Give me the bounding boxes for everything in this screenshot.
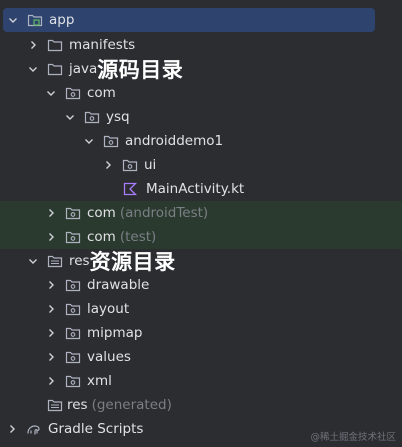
tree-node-label: xml <box>87 373 112 389</box>
chevron-right-icon[interactable] <box>45 303 57 315</box>
tree-node-label: res <box>69 253 90 269</box>
tree-node-label: com <box>87 205 116 221</box>
package-icon <box>122 157 138 173</box>
chevron-right-icon[interactable] <box>27 39 39 51</box>
tree-node-label: java <box>69 61 98 77</box>
chevron-down-icon[interactable] <box>64 111 76 123</box>
tree-node-com[interactable]: com <box>0 81 402 105</box>
watermark: @稀土掘金技术社区 <box>310 432 396 443</box>
chevron-right-icon[interactable] <box>45 231 57 243</box>
chevron-right-icon[interactable] <box>45 279 57 291</box>
chevron-right-icon[interactable] <box>102 159 114 171</box>
tree-node-drawable[interactable]: drawable <box>0 273 402 297</box>
tree-node-res[interactable]: res 资源目录 <box>0 249 402 274</box>
tree-node-ysq[interactable]: ysq <box>0 105 402 129</box>
package-icon <box>65 373 81 389</box>
tree-node-java[interactable]: java 源码目录 <box>0 57 402 82</box>
package-icon <box>65 277 81 293</box>
tree-node-suffix: (generated) <box>91 397 172 413</box>
tree-node-xml[interactable]: xml <box>0 369 402 393</box>
folder-icon <box>47 37 63 53</box>
tree-node-label: ui <box>144 157 157 173</box>
package-icon <box>84 109 100 125</box>
package-icon <box>65 301 81 317</box>
module-folder-icon <box>27 12 43 28</box>
tree-node-label: layout <box>87 301 130 317</box>
chevron-down-icon[interactable] <box>45 87 57 99</box>
tree-node-label: ysq <box>106 109 130 125</box>
source-dir-annotation: 源码目录 <box>97 58 184 82</box>
gradle-icon <box>26 421 42 437</box>
tree-node-label: drawable <box>87 277 150 293</box>
tree-node-label: values <box>87 349 131 365</box>
tree-node-layout[interactable]: layout <box>0 297 402 321</box>
tree-node-label: res <box>67 397 88 413</box>
package-icon <box>103 133 119 149</box>
package-icon <box>65 229 81 245</box>
tree-node-label: MainActivity.kt <box>146 181 245 197</box>
tree-node-suffix: (androidTest) <box>119 205 209 221</box>
chevron-down-icon[interactable] <box>7 14 19 26</box>
project-tree: app manifests java 源码目录 com ysq androidd… <box>0 0 402 447</box>
chevron-down-icon[interactable] <box>27 63 39 75</box>
kotlin-file-icon <box>122 181 138 197</box>
chevron-right-icon[interactable] <box>45 375 57 387</box>
tree-node-label: androiddemo1 <box>125 133 224 149</box>
package-icon <box>65 325 81 341</box>
tree-node-values[interactable]: values <box>0 345 402 369</box>
tree-node-label: manifests <box>69 37 136 53</box>
package-icon <box>65 205 81 221</box>
chevron-down-icon[interactable] <box>83 135 95 147</box>
source-folder-icon <box>47 61 63 77</box>
chevron-right-icon[interactable] <box>45 351 57 363</box>
tree-node-label: mipmap <box>87 325 143 341</box>
package-icon <box>65 349 81 365</box>
tree-node-res-generated[interactable]: res (generated) <box>0 393 402 417</box>
chevron-right-icon[interactable] <box>45 207 57 219</box>
resource-dir-annotation: 资源目录 <box>89 250 176 274</box>
tree-node-com-androidtest[interactable]: com (androidTest) <box>0 201 402 225</box>
tree-node-manifests[interactable]: manifests <box>0 33 402 57</box>
tree-node-label: Gradle Scripts <box>48 421 144 437</box>
resource-folder-icon <box>47 253 63 269</box>
chevron-right-icon[interactable] <box>45 327 57 339</box>
tree-node-suffix: (test) <box>119 229 157 245</box>
tree-node-label: app <box>49 12 75 28</box>
chevron-down-icon[interactable] <box>27 255 39 267</box>
tree-node-label: com <box>87 85 116 101</box>
chevron-right-icon[interactable] <box>6 423 18 435</box>
tree-node-mipmap[interactable]: mipmap <box>0 321 402 345</box>
tree-node-ui[interactable]: ui <box>0 153 402 177</box>
package-icon <box>65 85 81 101</box>
tree-node-app[interactable]: app <box>3 8 375 32</box>
tree-node-label: com <box>87 229 116 245</box>
tree-node-androiddemo1[interactable]: androiddemo1 <box>0 129 402 153</box>
tree-node-com-test[interactable]: com (test) <box>0 225 402 249</box>
tree-node-mainactivity[interactable]: MainActivity.kt <box>0 177 402 201</box>
resource-folder-icon <box>47 397 63 413</box>
